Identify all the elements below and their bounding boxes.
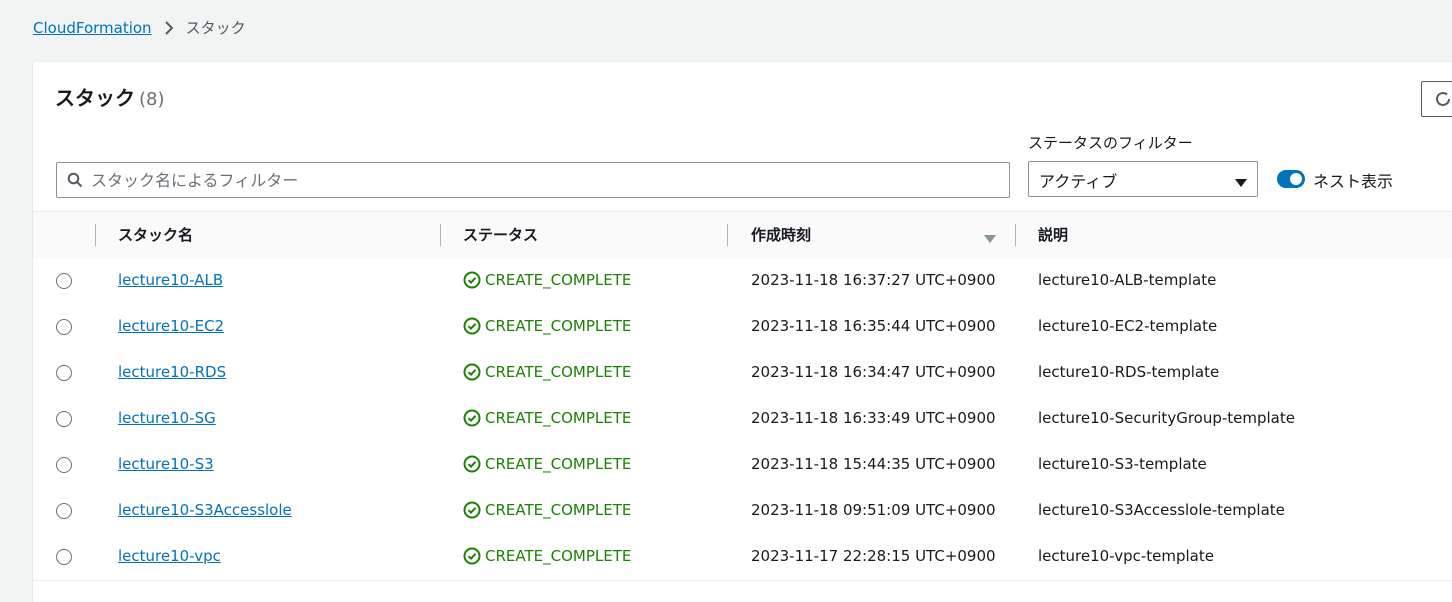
row-select-radio[interactable]	[56, 273, 72, 289]
page-title: スタック (8)	[55, 82, 165, 111]
column-separator[interactable]	[95, 224, 96, 246]
table-row[interactable]: lecture10-vpc CREATE_COMPLETE 2023-11-17…	[33, 534, 1452, 581]
search-input[interactable]	[89, 169, 1009, 191]
stack-name-link[interactable]: lecture10-SG	[118, 409, 216, 427]
check-circle-icon	[463, 271, 481, 289]
description: lecture10-SecurityGroup-template	[1038, 409, 1295, 427]
stack-name-filter[interactable]	[56, 162, 1010, 198]
row-select-radio[interactable]	[56, 503, 72, 519]
breadcrumb-cloudformation-link[interactable]: CloudFormation	[33, 19, 152, 37]
column-separator[interactable]	[727, 224, 728, 246]
description: lecture10-S3Accesslole-template	[1038, 501, 1285, 519]
table-row[interactable]: lecture10-EC2 CREATE_COMPLETE 2023-11-18…	[33, 304, 1452, 351]
description: lecture10-vpc-template	[1038, 547, 1214, 565]
status-cell: CREATE_COMPLETE	[463, 547, 631, 565]
status-filter-label: ステータスのフィルター	[1028, 134, 1193, 152]
caret-down-icon	[1235, 173, 1247, 192]
status-text: CREATE_COMPLETE	[485, 455, 632, 473]
panel-title-text: スタック	[55, 86, 135, 110]
check-circle-icon	[463, 317, 481, 335]
refresh-button[interactable]	[1421, 81, 1452, 117]
status-cell: CREATE_COMPLETE	[463, 271, 631, 289]
column-header-stack-name[interactable]: スタック名	[118, 224, 193, 245]
description: lecture10-EC2-template	[1038, 317, 1218, 335]
status-cell: CREATE_COMPLETE	[463, 501, 631, 519]
row-select-radio[interactable]	[56, 411, 72, 427]
table-row[interactable]: lecture10-SG CREATE_COMPLETE 2023-11-18 …	[33, 396, 1452, 443]
row-select-radio[interactable]	[56, 365, 72, 381]
created-time: 2023-11-17 22:28:15 UTC+0900	[751, 547, 996, 565]
description: lecture10-RDS-template	[1038, 363, 1220, 381]
stack-name-link[interactable]: lecture10-EC2	[118, 317, 224, 335]
status-filter-select[interactable]: アクティブ	[1028, 161, 1258, 197]
stack-name-link[interactable]: lecture10-RDS	[118, 363, 226, 381]
stack-name-link[interactable]: lecture10-S3Accesslole	[118, 501, 292, 519]
search-icon	[67, 172, 83, 188]
check-circle-icon	[463, 363, 481, 381]
column-separator[interactable]	[1015, 224, 1016, 246]
nested-view-toggle[interactable]	[1277, 170, 1305, 188]
sort-descending-icon[interactable]	[984, 229, 996, 248]
stack-count: (8)	[139, 89, 165, 110]
created-time: 2023-11-18 16:33:49 UTC+0900	[751, 409, 996, 427]
created-time: 2023-11-18 09:51:09 UTC+0900	[751, 501, 996, 519]
table-row[interactable]: lecture10-S3 CREATE_COMPLETE 2023-11-18 …	[33, 442, 1452, 489]
column-header-status[interactable]: ステータス	[463, 224, 538, 245]
created-time: 2023-11-18 15:44:35 UTC+0900	[751, 455, 996, 473]
refresh-icon	[1434, 90, 1452, 112]
row-select-radio[interactable]	[56, 549, 72, 565]
breadcrumb: CloudFormation スタック	[33, 17, 246, 38]
check-circle-icon	[463, 501, 481, 519]
status-cell: CREATE_COMPLETE	[463, 317, 631, 335]
status-cell: CREATE_COMPLETE	[463, 363, 631, 381]
table-row[interactable]: lecture10-ALB CREATE_COMPLETE 2023-11-18…	[33, 258, 1452, 305]
check-circle-icon	[463, 409, 481, 427]
row-select-radio[interactable]	[56, 457, 72, 473]
check-circle-icon	[463, 547, 481, 565]
stacks-panel: スタック(8) ステータスのフィルター アクティブ ネスト表示 スタック名 ステ…	[33, 61, 1452, 602]
status-text: CREATE_COMPLETE	[485, 547, 632, 565]
status-text: CREATE_COMPLETE	[485, 409, 632, 427]
toggle-knob	[1290, 173, 1302, 185]
stack-name-link[interactable]: lecture10-S3	[118, 455, 214, 473]
table-row[interactable]: lecture10-S3Accesslole CREATE_COMPLETE 2…	[33, 488, 1452, 535]
column-separator[interactable]	[440, 224, 441, 246]
table-row[interactable]: lecture10-RDS CREATE_COMPLETE 2023-11-18…	[33, 350, 1452, 397]
status-text: CREATE_COMPLETE	[485, 271, 632, 289]
stack-name-link[interactable]: lecture10-ALB	[118, 271, 223, 289]
nested-view-label: ネスト表示	[1313, 172, 1394, 191]
status-cell: CREATE_COMPLETE	[463, 455, 631, 473]
status-text: CREATE_COMPLETE	[485, 317, 632, 335]
created-time: 2023-11-18 16:35:44 UTC+0900	[751, 317, 996, 335]
column-header-created[interactable]: 作成時刻	[751, 224, 811, 245]
status-text: CREATE_COMPLETE	[485, 501, 632, 519]
column-header-description[interactable]: 説明	[1038, 224, 1068, 245]
stack-name-link[interactable]: lecture10-vpc	[118, 547, 221, 565]
status-cell: CREATE_COMPLETE	[463, 409, 631, 427]
created-time: 2023-11-18 16:37:27 UTC+0900	[751, 271, 996, 289]
check-circle-icon	[463, 455, 481, 473]
chevron-right-icon	[164, 20, 174, 35]
status-text: CREATE_COMPLETE	[485, 363, 632, 381]
breadcrumb-current: スタック	[185, 19, 246, 37]
created-time: 2023-11-18 16:34:47 UTC+0900	[751, 363, 996, 381]
row-select-radio[interactable]	[56, 319, 72, 335]
description: lecture10-ALB-template	[1038, 271, 1217, 289]
description: lecture10-S3-template	[1038, 455, 1207, 473]
status-filter-value: アクティブ	[1039, 172, 1118, 191]
table-header: スタック名 ステータス 作成時刻 説明	[33, 211, 1452, 259]
